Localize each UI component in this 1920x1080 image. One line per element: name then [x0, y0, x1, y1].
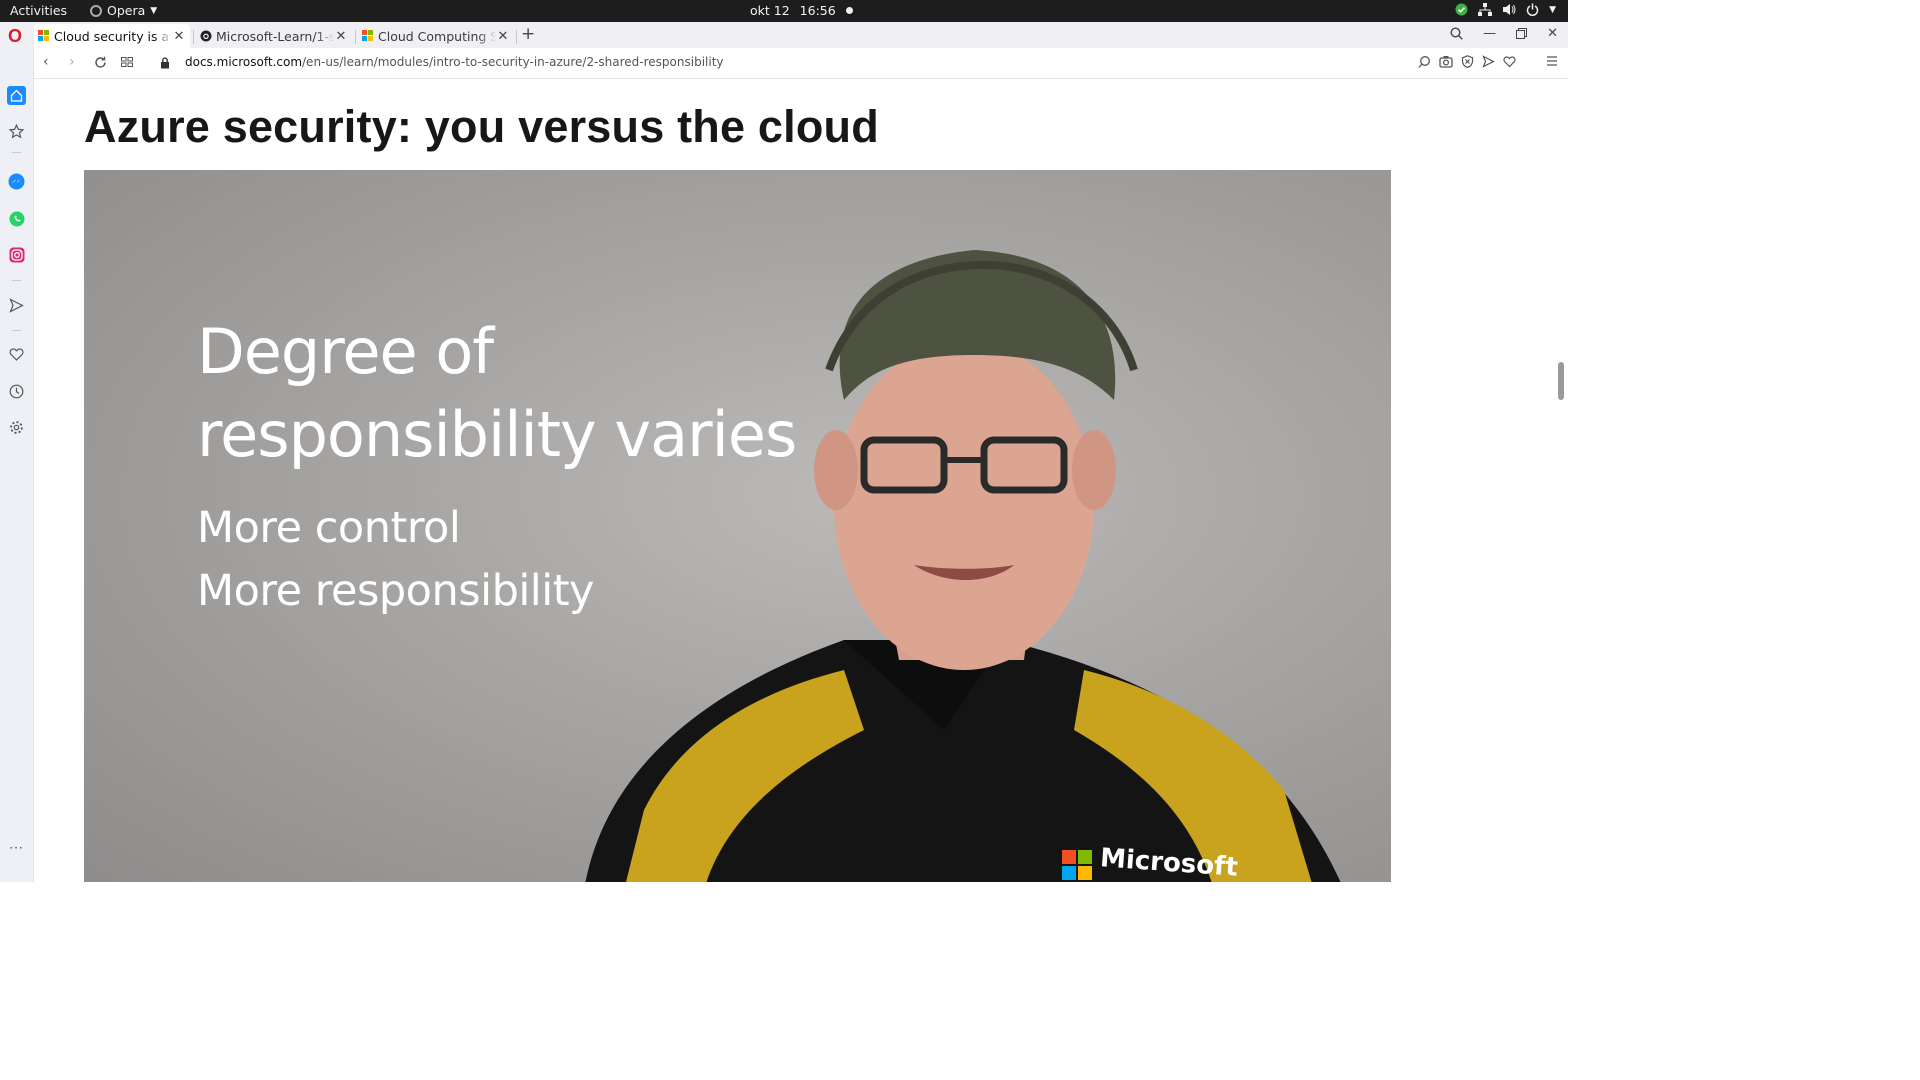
- system-tray[interactable]: ▼: [1455, 3, 1556, 16]
- app-menu[interactable]: Opera ▼: [90, 3, 157, 18]
- tab-cloud-security[interactable]: Cloud security is a sh ✕: [34, 24, 190, 48]
- reload-icon[interactable]: [94, 56, 107, 69]
- address-bar-tools: [1418, 55, 1558, 68]
- instagram-icon[interactable]: [7, 245, 26, 264]
- power-icon: [1526, 3, 1539, 16]
- window-controls: — ✕: [1450, 26, 1558, 41]
- network-icon: [1478, 3, 1493, 16]
- settings-icon[interactable]: [7, 418, 26, 437]
- forward-icon[interactable]: ›: [69, 54, 75, 70]
- sidebar-separator: [12, 330, 21, 331]
- heart-icon[interactable]: [7, 345, 26, 364]
- github-icon: [200, 30, 212, 42]
- url-path: /en-us/learn/modules/intro-to-security-i…: [302, 55, 724, 69]
- clock-date: okt 12: [750, 3, 790, 18]
- sidebar-separator: [12, 152, 21, 153]
- page-scrollbar[interactable]: [1556, 79, 1566, 882]
- notification-dot-icon: [845, 7, 853, 14]
- send-icon[interactable]: [7, 296, 26, 315]
- app-menu-label: Opera: [107, 3, 146, 18]
- opera-app-icon: [90, 4, 102, 17]
- caret-down-icon: ▼: [150, 5, 158, 16]
- microsoft-logo-icon: [38, 30, 50, 42]
- home-icon[interactable]: [7, 86, 26, 105]
- adblocker-icon[interactable]: [1461, 55, 1474, 68]
- messenger-icon[interactable]: [7, 172, 26, 191]
- bookmark-heart-icon[interactable]: [1503, 55, 1516, 68]
- update-check-icon: [1455, 3, 1468, 16]
- minimize-icon[interactable]: —: [1483, 26, 1496, 41]
- slide-title-line-2: responsibility varies: [197, 398, 797, 471]
- whatsapp-icon[interactable]: [7, 209, 26, 228]
- volume-icon: [1503, 4, 1516, 15]
- tray-caret-icon: ▼: [1549, 4, 1556, 15]
- page-content: Azure security: you versus the cloud Deg…: [34, 79, 1554, 882]
- tab-title: Cloud Computing Se: [378, 28, 496, 44]
- share-send-icon[interactable]: [1482, 55, 1495, 68]
- slide-bullet-more-control: More control: [197, 503, 461, 553]
- close-tab-icon[interactable]: ✕: [334, 29, 348, 44]
- url-field[interactable]: docs.microsoft.com/en-us/learn/modules/i…: [185, 55, 724, 69]
- opera-sidebar: ···: [0, 48, 34, 882]
- tab-github-microsoft-learn[interactable]: Microsoft-Learn/1-se ✕: [196, 24, 352, 48]
- clock[interactable]: okt 12 16:56: [750, 3, 853, 18]
- system-top-bar: Activities Opera ▼ okt 12 16:56 ▼: [0, 0, 1568, 22]
- tab-cloud-computing[interactable]: Cloud Computing Se ✕: [358, 24, 514, 48]
- close-tab-icon[interactable]: ✕: [172, 29, 186, 44]
- microsoft-logo-icon: [362, 30, 374, 42]
- snapshot-icon[interactable]: [1439, 55, 1453, 68]
- new-tab-button[interactable]: +: [521, 24, 535, 44]
- sidebar-more-icon[interactable]: ···: [7, 838, 26, 857]
- opera-menu-button[interactable]: O: [7, 27, 23, 45]
- clock-time: 16:56: [799, 3, 836, 18]
- restore-icon[interactable]: [1516, 28, 1528, 39]
- tab-title: Cloud security is a sh: [54, 28, 172, 44]
- easy-setup-menu-icon[interactable]: [1546, 55, 1558, 67]
- slide-bullet-more-responsibility: More responsibility: [197, 566, 595, 616]
- tab-separator: [516, 30, 517, 44]
- slide-title-line-1: Degree of: [197, 315, 494, 388]
- close-window-icon[interactable]: ✕: [1547, 26, 1558, 41]
- zoom-icon[interactable]: [1418, 55, 1431, 68]
- lock-icon[interactable]: [160, 57, 170, 69]
- tab-separator: [193, 30, 194, 44]
- page-title: Azure security: you versus the cloud: [84, 101, 879, 152]
- back-icon[interactable]: ‹: [43, 54, 49, 70]
- tab-strip: O Cloud security is a sh ✕ Microsoft-Lea…: [0, 22, 1568, 49]
- speed-dial-star-icon[interactable]: [7, 122, 26, 141]
- tab-separator: [355, 30, 356, 44]
- address-bar: ‹ › docs.microsoft.com/en-us/learn/modul…: [33, 48, 1568, 79]
- history-icon[interactable]: [7, 382, 26, 401]
- url-host: docs.microsoft.com: [185, 55, 303, 69]
- video-player[interactable]: Degree of responsibility varies More con…: [84, 170, 1391, 882]
- activities-button[interactable]: Activities: [10, 3, 67, 18]
- scrollbar-thumb[interactable]: [1558, 362, 1564, 400]
- search-tabs-icon[interactable]: [1450, 27, 1463, 40]
- tab-title: Microsoft-Learn/1-se: [216, 28, 334, 44]
- sidebar-separator: [12, 280, 21, 281]
- tabs-grid-icon[interactable]: [121, 57, 133, 67]
- close-tab-icon[interactable]: ✕: [496, 29, 510, 44]
